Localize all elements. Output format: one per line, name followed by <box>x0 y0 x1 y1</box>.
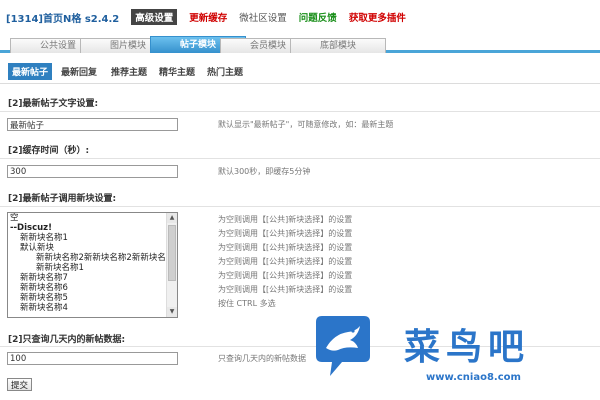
micro-community-settings-link[interactable]: 微社区设置 <box>239 10 287 24</box>
listbox-items: 空 --Discuz! 新新块名称1 默认新块 新新块名称2新新块名称2新新块名… <box>8 213 166 317</box>
list-item[interactable]: 新新块名称4 <box>8 303 166 313</box>
query-days-label: [2]只查询几天内的新帖数据: <box>8 335 126 345</box>
query-days-hint: 只查询几天内的新帖数据 <box>218 354 306 363</box>
watermark-url: www.cniao8.com <box>426 372 521 383</box>
cache-time-input[interactable] <box>7 165 178 178</box>
block-select-hint: 为空则调用【[公共]新块选择】的设置 <box>218 229 353 238</box>
section-divider <box>0 111 600 112</box>
subtab-latest-replies[interactable]: 最新回复 <box>61 65 97 78</box>
block-select-hint: 为空则调用【[公共]新块选择】的设置 <box>218 271 353 280</box>
latest-posts-text-hint: 默认显示"最新帖子"，可随意修改，如：最新主题 <box>218 120 394 129</box>
more-plugins-link[interactable]: 获取更多插件 <box>349 10 406 24</box>
cache-time-hint: 默认300秒，即缓存5分钟 <box>218 167 311 176</box>
block-select-hint: 为空则调用【[公共]新块选择】的设置 <box>218 285 353 294</box>
list-item[interactable]: --Discuz! <box>8 223 166 233</box>
subtab-recommended[interactable]: 推荐主题 <box>111 65 147 78</box>
header-bar: [1314]首页N格 s2.4.2 高级设置 更新缓存 微社区设置 问题反馈 获… <box>6 9 418 25</box>
list-item[interactable]: 新新块名称7 <box>8 273 166 283</box>
scroll-up-arrow-icon[interactable]: ▲ <box>167 213 177 223</box>
section-divider <box>0 158 600 159</box>
list-item[interactable]: 默认新块 <box>8 243 166 253</box>
block-select-label: [2]最新帖子调用新块设置: <box>8 194 117 204</box>
list-item[interactable]: 新新块名称2新新块名称2新新块名称 <box>8 253 166 263</box>
module-tabs: 公共设置 图片模块 帖子模块 会员模块 底部模块 <box>0 36 600 53</box>
watermark-brand: 菜鸟吧 <box>404 326 531 368</box>
multi-select-hint: 按住 CTRL 多选 <box>218 299 276 308</box>
query-days-input[interactable] <box>7 352 178 365</box>
plugin-title: [1314]首页N格 s2.4.2 <box>6 13 120 25</box>
list-item[interactable]: 空 <box>8 213 166 223</box>
advanced-settings-link[interactable]: 高级设置 <box>131 9 178 25</box>
block-select-hint: 为空则调用【[公共]新块选择】的设置 <box>218 257 353 266</box>
post-subtabs: 最新帖子 最新回复 推荐主题 精华主题 热门主题 <box>0 58 600 84</box>
subtab-latest-posts[interactable]: 最新帖子 <box>8 63 53 80</box>
block-select-hint: 为空则调用【[公共]新块选择】的设置 <box>218 243 353 252</box>
subtab-featured[interactable]: 精华主题 <box>159 65 195 78</box>
submit-button[interactable]: 提交 <box>7 378 33 391</box>
listbox-scrollbar[interactable]: ▲ ▼ <box>166 213 177 317</box>
tab-bottom-module[interactable]: 底部模块 <box>290 38 386 53</box>
list-item[interactable]: 新新块名称1 <box>8 233 166 243</box>
latest-posts-text-input[interactable] <box>7 118 178 131</box>
feedback-link[interactable]: 问题反馈 <box>299 10 337 24</box>
section-divider <box>0 206 600 207</box>
subtab-hot[interactable]: 热门主题 <box>207 65 243 78</box>
block-select-hint: 为空则调用【[公共]新块选择】的设置 <box>218 215 353 224</box>
list-item[interactable]: 新新块名称6 <box>8 283 166 293</box>
list-item[interactable]: 新新块名称1 <box>8 263 166 273</box>
bird-logo-icon <box>316 316 370 376</box>
latest-posts-text-label: [2]最新帖子文字设置: <box>8 99 99 109</box>
list-item[interactable]: 新新块名称5 <box>8 293 166 303</box>
cache-time-label: [2]缓存时间（秒）: <box>8 146 90 156</box>
scroll-down-arrow-icon[interactable]: ▼ <box>167 307 177 317</box>
scrollbar-thumb[interactable] <box>168 225 176 281</box>
update-cache-link[interactable]: 更新缓存 <box>189 10 227 24</box>
block-select-listbox[interactable]: 空 --Discuz! 新新块名称1 默认新块 新新块名称2新新块名称2新新块名… <box>7 212 178 318</box>
